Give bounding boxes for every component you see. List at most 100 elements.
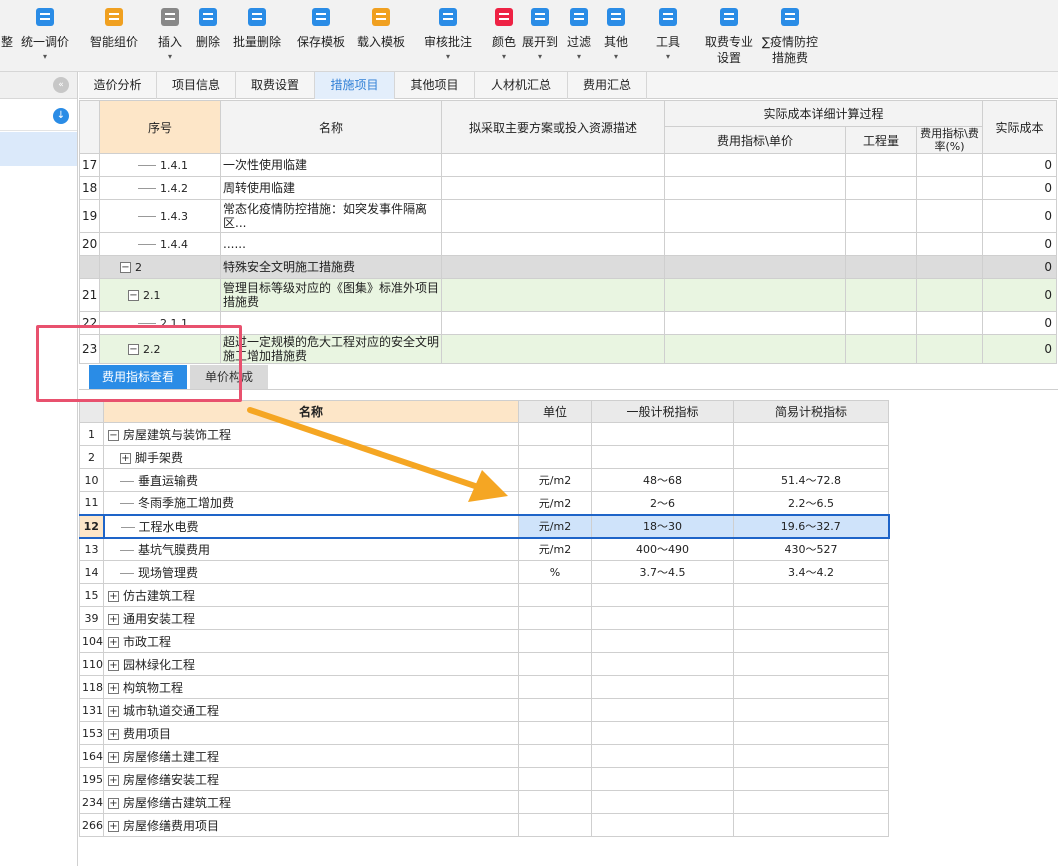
toolbar-button[interactable]: 智能组价 xyxy=(82,2,146,70)
simple-cell[interactable]: 19.6～32.7 xyxy=(733,513,890,539)
actual-cost-cell[interactable]: 0 xyxy=(982,334,1057,364)
cell[interactable] xyxy=(845,255,917,279)
table-row[interactable]: 21−2.1 管理目标等级对应的《图集》标准外项目措施费 0 xyxy=(79,278,1057,312)
unit-price-header[interactable]: 费用指标\单价 xyxy=(664,126,846,154)
seq-cell[interactable]: 1.4.2 xyxy=(99,176,221,200)
cell[interactable] xyxy=(845,199,917,233)
general-cell[interactable] xyxy=(591,790,734,814)
general-cell[interactable]: 2～6 xyxy=(591,491,734,515)
toolbar-button[interactable]: 工具 ▾ xyxy=(648,2,688,70)
expand-icon[interactable]: + xyxy=(108,659,119,671)
collapse-icon[interactable]: « xyxy=(53,77,69,93)
table-row[interactable]: 39 + 通用安装工程 xyxy=(79,606,889,630)
simple-cell[interactable] xyxy=(733,767,889,791)
name-cell[interactable]: 工程水电费 xyxy=(102,513,519,539)
unit-cell[interactable]: 元/m2 xyxy=(518,468,592,492)
cell[interactable] xyxy=(916,232,983,256)
cell[interactable] xyxy=(441,199,665,233)
toolbar-button[interactable]: 载入模板 xyxy=(353,2,409,70)
table-row[interactable]: 164 + 房屋修缮土建工程 xyxy=(79,744,889,768)
name-cell[interactable]: + 构筑物工程 xyxy=(103,675,519,699)
unit-cell[interactable] xyxy=(518,445,592,469)
cell[interactable] xyxy=(664,153,846,177)
toolbar-button[interactable]: 颜色 ▾ xyxy=(488,2,520,70)
name-cell[interactable]: 垂直运输费 xyxy=(103,468,519,492)
simple-cell[interactable] xyxy=(733,721,889,745)
tab-1[interactable]: 项目信息 xyxy=(157,72,236,99)
name-cell[interactable]: 常态化疫情防控措施：如突发事件隔离区... xyxy=(220,199,442,233)
toolbar-button[interactable]: ∑疫情防控 措施费 xyxy=(758,2,822,70)
unit-cell[interactable] xyxy=(518,583,592,607)
name-cell[interactable]: + 房屋修缮安装工程 xyxy=(103,767,519,791)
unit-cell[interactable] xyxy=(518,698,592,722)
cell[interactable] xyxy=(845,334,917,364)
expand-icon[interactable]: + xyxy=(108,797,119,809)
unit-header[interactable]: 单位 xyxy=(518,400,592,423)
expand-icon[interactable]: + xyxy=(108,682,119,694)
general-cell[interactable] xyxy=(591,767,734,791)
actual-cost-cell[interactable]: 0 xyxy=(982,176,1057,200)
table-row[interactable]: 11 冬雨季施工增加费 元/m2 2～6 2.2～6.5 xyxy=(79,491,889,515)
simple-cell[interactable] xyxy=(733,583,889,607)
cell[interactable] xyxy=(916,199,983,233)
unit-cell[interactable] xyxy=(518,629,592,653)
table-row[interactable]: 12 工程水电费 元/m2 18～30 19.6～32.7 xyxy=(79,513,890,539)
table-row[interactable]: 234 + 房屋修缮古建筑工程 xyxy=(79,790,889,814)
actual-cost-cell[interactable]: 0 xyxy=(982,153,1057,177)
cell[interactable] xyxy=(916,153,983,177)
unit-cell[interactable] xyxy=(518,422,592,446)
cell[interactable] xyxy=(916,334,983,364)
table-row[interactable]: 14 现场管理费% 3.7～4.5 3.4～4.2 xyxy=(79,560,889,584)
table-row[interactable]: 110 + 园林绿化工程 xyxy=(79,652,889,676)
name-cell[interactable]: + 城市轨道交通工程 xyxy=(103,698,519,722)
general-cell[interactable] xyxy=(591,583,734,607)
expand-icon[interactable]: + xyxy=(120,452,131,464)
general-cell[interactable] xyxy=(591,744,734,768)
name-cell[interactable]: 超过一定规模的危大工程对应的安全文明施工增加措施费 xyxy=(220,334,442,364)
toolbar-button[interactable]: 统一调价 ▾ xyxy=(14,2,76,70)
table-row[interactable]: 10 垂直运输费 元/m2 48～68 51.4～72.8 xyxy=(79,468,889,492)
name-cell[interactable]: 基坑气膜费用 xyxy=(103,537,519,561)
simple-cell[interactable]: 430～527 xyxy=(733,537,889,561)
name-cell[interactable]: + 脚手架费 xyxy=(103,445,519,469)
tab-6[interactable]: 费用汇总 xyxy=(568,72,647,99)
name-cell[interactable]: − 房屋建筑与装饰工程 xyxy=(103,422,519,446)
general-cell[interactable] xyxy=(591,813,734,837)
unit-cell[interactable]: 元/m2 xyxy=(518,537,592,561)
simple-cell[interactable] xyxy=(733,790,889,814)
unit-cell[interactable] xyxy=(518,721,592,745)
name-cell[interactable]: + 园林绿化工程 xyxy=(103,652,519,676)
quantity-header[interactable]: 工程量 xyxy=(845,126,917,154)
name-cell[interactable]: 周转使用临建 xyxy=(220,176,442,200)
name-cell[interactable]: + 费用项目 xyxy=(103,721,519,745)
general-cell[interactable] xyxy=(591,629,734,653)
name-cell[interactable]: 管理目标等级对应的《图集》标准外项目措施费 xyxy=(220,278,442,312)
table-row[interactable]: 1− 房屋建筑与装饰工程 xyxy=(79,422,889,446)
rate-header[interactable]: 费用指标\费率(%) xyxy=(916,126,983,154)
simple-cell[interactable]: 3.4～4.2 xyxy=(733,560,889,584)
unit-cell[interactable] xyxy=(518,744,592,768)
table-row[interactable]: 118 + 构筑物工程 xyxy=(79,675,889,699)
expand-icon[interactable]: + xyxy=(108,613,119,625)
name-cell[interactable]: 冬雨季施工增加费 xyxy=(103,491,519,515)
simple-tax-header[interactable]: 简易计税指标 xyxy=(733,400,889,423)
collapse-icon[interactable]: − xyxy=(108,429,119,441)
toolbar-button[interactable]: 过滤 ▾ xyxy=(562,2,596,70)
cell[interactable] xyxy=(916,176,983,200)
actual-cost-header[interactable]: 实际成本 xyxy=(982,100,1057,154)
tab-0[interactable]: 造价分析 xyxy=(79,72,157,99)
cell[interactable] xyxy=(441,176,665,200)
unit-cell[interactable] xyxy=(518,652,592,676)
cell[interactable] xyxy=(664,255,846,279)
general-cell[interactable]: 18～30 xyxy=(591,513,734,539)
left-panel-selected-item[interactable] xyxy=(0,132,77,166)
toolbar-button[interactable]: 删除 xyxy=(192,2,224,70)
tab-3[interactable]: 措施项目 xyxy=(315,72,395,99)
expand-icon[interactable]: + xyxy=(108,705,119,717)
general-cell[interactable] xyxy=(591,422,734,446)
simple-cell[interactable] xyxy=(733,652,889,676)
table-row[interactable]: 2 + 脚手架费 xyxy=(79,445,889,469)
cell[interactable] xyxy=(664,232,846,256)
name-header[interactable]: 名称 xyxy=(220,100,442,154)
simple-cell[interactable] xyxy=(733,813,889,837)
